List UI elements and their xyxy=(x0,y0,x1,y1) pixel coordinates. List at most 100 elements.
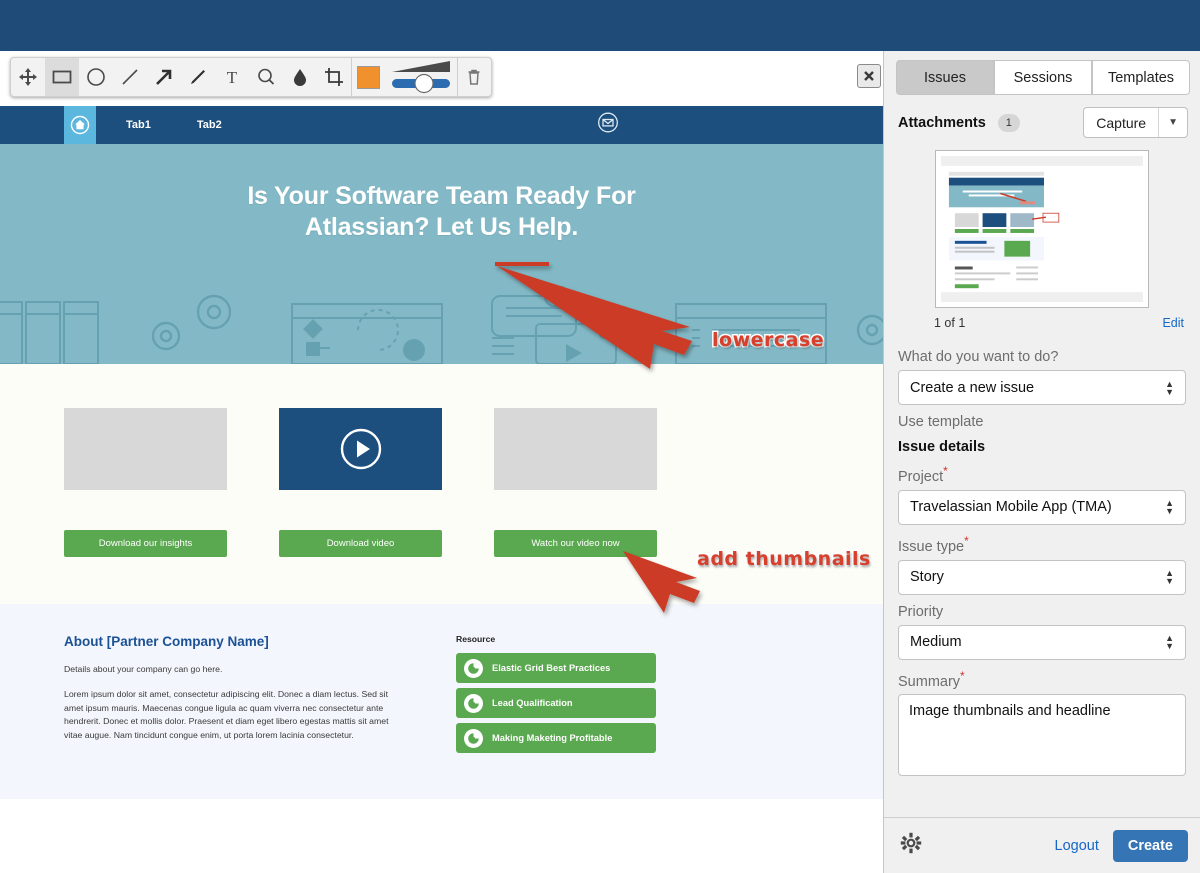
arrow-icon xyxy=(153,66,175,88)
hero-headline-line1: Is Your Software Team Ready For xyxy=(247,182,635,210)
annotation-toolbar: T xyxy=(10,57,492,97)
spinner-icon: ▲▼ xyxy=(1165,569,1174,585)
line-icon xyxy=(119,66,141,88)
pdf-icon xyxy=(464,659,483,678)
use-template-label[interactable]: Use template xyxy=(898,414,1186,430)
stroke-width-icon xyxy=(388,59,454,95)
tab-templates[interactable]: Templates xyxy=(1092,60,1190,95)
issue-form: What do you want to do? Create a new iss… xyxy=(884,330,1200,817)
resource-item-2[interactable]: Lead Qualification xyxy=(456,688,656,718)
trash-icon xyxy=(464,67,484,87)
attachments-row: Attachments 1 Capture ▼ xyxy=(884,95,1200,138)
about-intro: Details about your company can go here. xyxy=(64,663,394,676)
attachment-thumbnail[interactable] xyxy=(935,150,1149,308)
resource-item-1[interactable]: Elastic Grid Best Practices xyxy=(456,653,656,683)
tab-sessions[interactable]: Sessions xyxy=(994,60,1092,95)
nav-tab-1[interactable]: Tab1 xyxy=(110,106,167,144)
project-label-text: Project xyxy=(898,469,943,485)
action-label: What do you want to do? xyxy=(898,349,1186,365)
delete-tool[interactable] xyxy=(457,58,491,96)
card-3-thumbnail[interactable] xyxy=(494,408,657,490)
rectangle-tool[interactable] xyxy=(45,58,79,96)
home-icon[interactable] xyxy=(64,106,96,144)
required-marker: * xyxy=(943,464,948,478)
edit-attachment-link[interactable]: Edit xyxy=(1162,316,1184,330)
chevron-down-icon[interactable]: ▼ xyxy=(1159,117,1187,128)
pencil-tool[interactable] xyxy=(181,58,215,96)
cards-row: Download our insights Download video Wat… xyxy=(0,364,883,557)
spinner-icon: ▲▼ xyxy=(1165,380,1174,396)
resources-heading: Resource xyxy=(456,634,656,644)
resource-item-3-label: Making Maketing Profitable xyxy=(492,733,612,743)
about-section: About [Partner Company Name] Details abo… xyxy=(0,604,883,799)
page-navbar: Tab1 Tab2 xyxy=(0,106,883,144)
move-tool[interactable] xyxy=(11,58,45,96)
card-1-thumbnail[interactable] xyxy=(64,408,227,490)
issue-type-label: Issue type* xyxy=(898,534,1186,555)
tab-issues[interactable]: Issues xyxy=(896,60,994,95)
logout-link[interactable]: Logout xyxy=(1055,838,1099,854)
arrow-tool[interactable] xyxy=(147,58,181,96)
project-label: Project* xyxy=(898,464,1186,485)
move-icon xyxy=(18,67,38,87)
card-1-button[interactable]: Download our insights xyxy=(64,530,227,557)
card-2-button[interactable]: Download video xyxy=(279,530,442,557)
attachment-pager: 1 of 1 xyxy=(934,316,965,330)
color-swatch[interactable] xyxy=(357,66,380,89)
close-icon xyxy=(862,69,876,83)
priority-label: Priority xyxy=(898,604,1186,620)
issue-panel: Issues Sessions Templates Attachments 1 … xyxy=(883,51,1200,873)
create-button[interactable]: Create xyxy=(1113,830,1188,862)
about-body: Lorem ipsum dolor sit amet, consectetur … xyxy=(64,688,394,742)
action-select-value: Create a new issue xyxy=(910,380,1034,396)
crop-icon xyxy=(323,66,345,88)
attachment-thumbnail-wrap xyxy=(884,150,1200,308)
summary-textarea[interactable]: Image thumbnails and headline xyxy=(898,694,1186,776)
summary-label-text: Summary xyxy=(898,673,960,689)
card-3-button[interactable]: Watch our video now xyxy=(494,530,657,557)
line-tool[interactable] xyxy=(113,58,147,96)
app-root: PARTNER LOGO Tab1 Tab2 Is Your S xyxy=(0,0,1200,873)
stroke-width-control[interactable] xyxy=(385,58,457,96)
annotation-add-thumbnails-label: add thumbnails xyxy=(697,548,871,570)
resources-column: Resource Elastic Grid Best Practices Lea… xyxy=(456,634,656,799)
card-3: Watch our video now xyxy=(494,408,657,557)
required-marker: * xyxy=(964,534,969,548)
capture-button[interactable]: Capture ▼ xyxy=(1083,107,1188,138)
close-button[interactable] xyxy=(857,64,881,88)
project-select-value: Travelassian Mobile App (TMA) xyxy=(910,499,1112,515)
project-select[interactable]: Travelassian Mobile App (TMA) ▲▼ xyxy=(898,490,1186,525)
nav-tab-2[interactable]: Tab2 xyxy=(181,106,238,144)
resource-item-3[interactable]: Making Maketing Profitable xyxy=(456,723,656,753)
about-column: About [Partner Company Name] Details abo… xyxy=(64,634,394,799)
priority-select-value: Medium xyxy=(910,634,962,650)
mail-icon[interactable] xyxy=(597,112,619,139)
captured-page: PARTNER LOGO Tab1 Tab2 Is Your S xyxy=(0,51,883,873)
pencil-icon xyxy=(187,66,209,88)
blur-tool[interactable] xyxy=(283,58,317,96)
ellipse-tool[interactable] xyxy=(79,58,113,96)
issue-type-select[interactable]: Story ▲▼ xyxy=(898,560,1186,595)
card-2-video-thumbnail[interactable] xyxy=(279,408,442,490)
priority-select[interactable]: Medium ▲▼ xyxy=(898,625,1186,660)
issue-type-label-text: Issue type xyxy=(898,539,964,555)
play-icon xyxy=(338,426,384,472)
hero-decorative-illustration xyxy=(0,286,883,364)
text-tool[interactable]: T xyxy=(215,58,249,96)
color-swatch-button[interactable] xyxy=(351,58,385,96)
droplet-icon xyxy=(289,66,311,88)
attachments-count-badge: 1 xyxy=(998,114,1020,132)
attachment-thumbnail-preview xyxy=(941,156,1143,302)
action-select[interactable]: Create a new issue ▲▼ xyxy=(898,370,1186,405)
summary-label: Summary* xyxy=(898,669,1186,690)
pdf-icon xyxy=(464,694,483,713)
gear-icon[interactable] xyxy=(900,832,922,859)
card-2: Download video xyxy=(279,408,442,557)
capture-button-label: Capture xyxy=(1084,115,1158,131)
crop-tool[interactable] xyxy=(317,58,351,96)
magnify-tool[interactable] xyxy=(249,58,283,96)
card-1: Download our insights xyxy=(64,408,227,557)
ellipse-icon xyxy=(85,66,107,88)
resource-item-2-label: Lead Qualification xyxy=(492,698,573,708)
about-heading: About [Partner Company Name] xyxy=(64,634,394,649)
